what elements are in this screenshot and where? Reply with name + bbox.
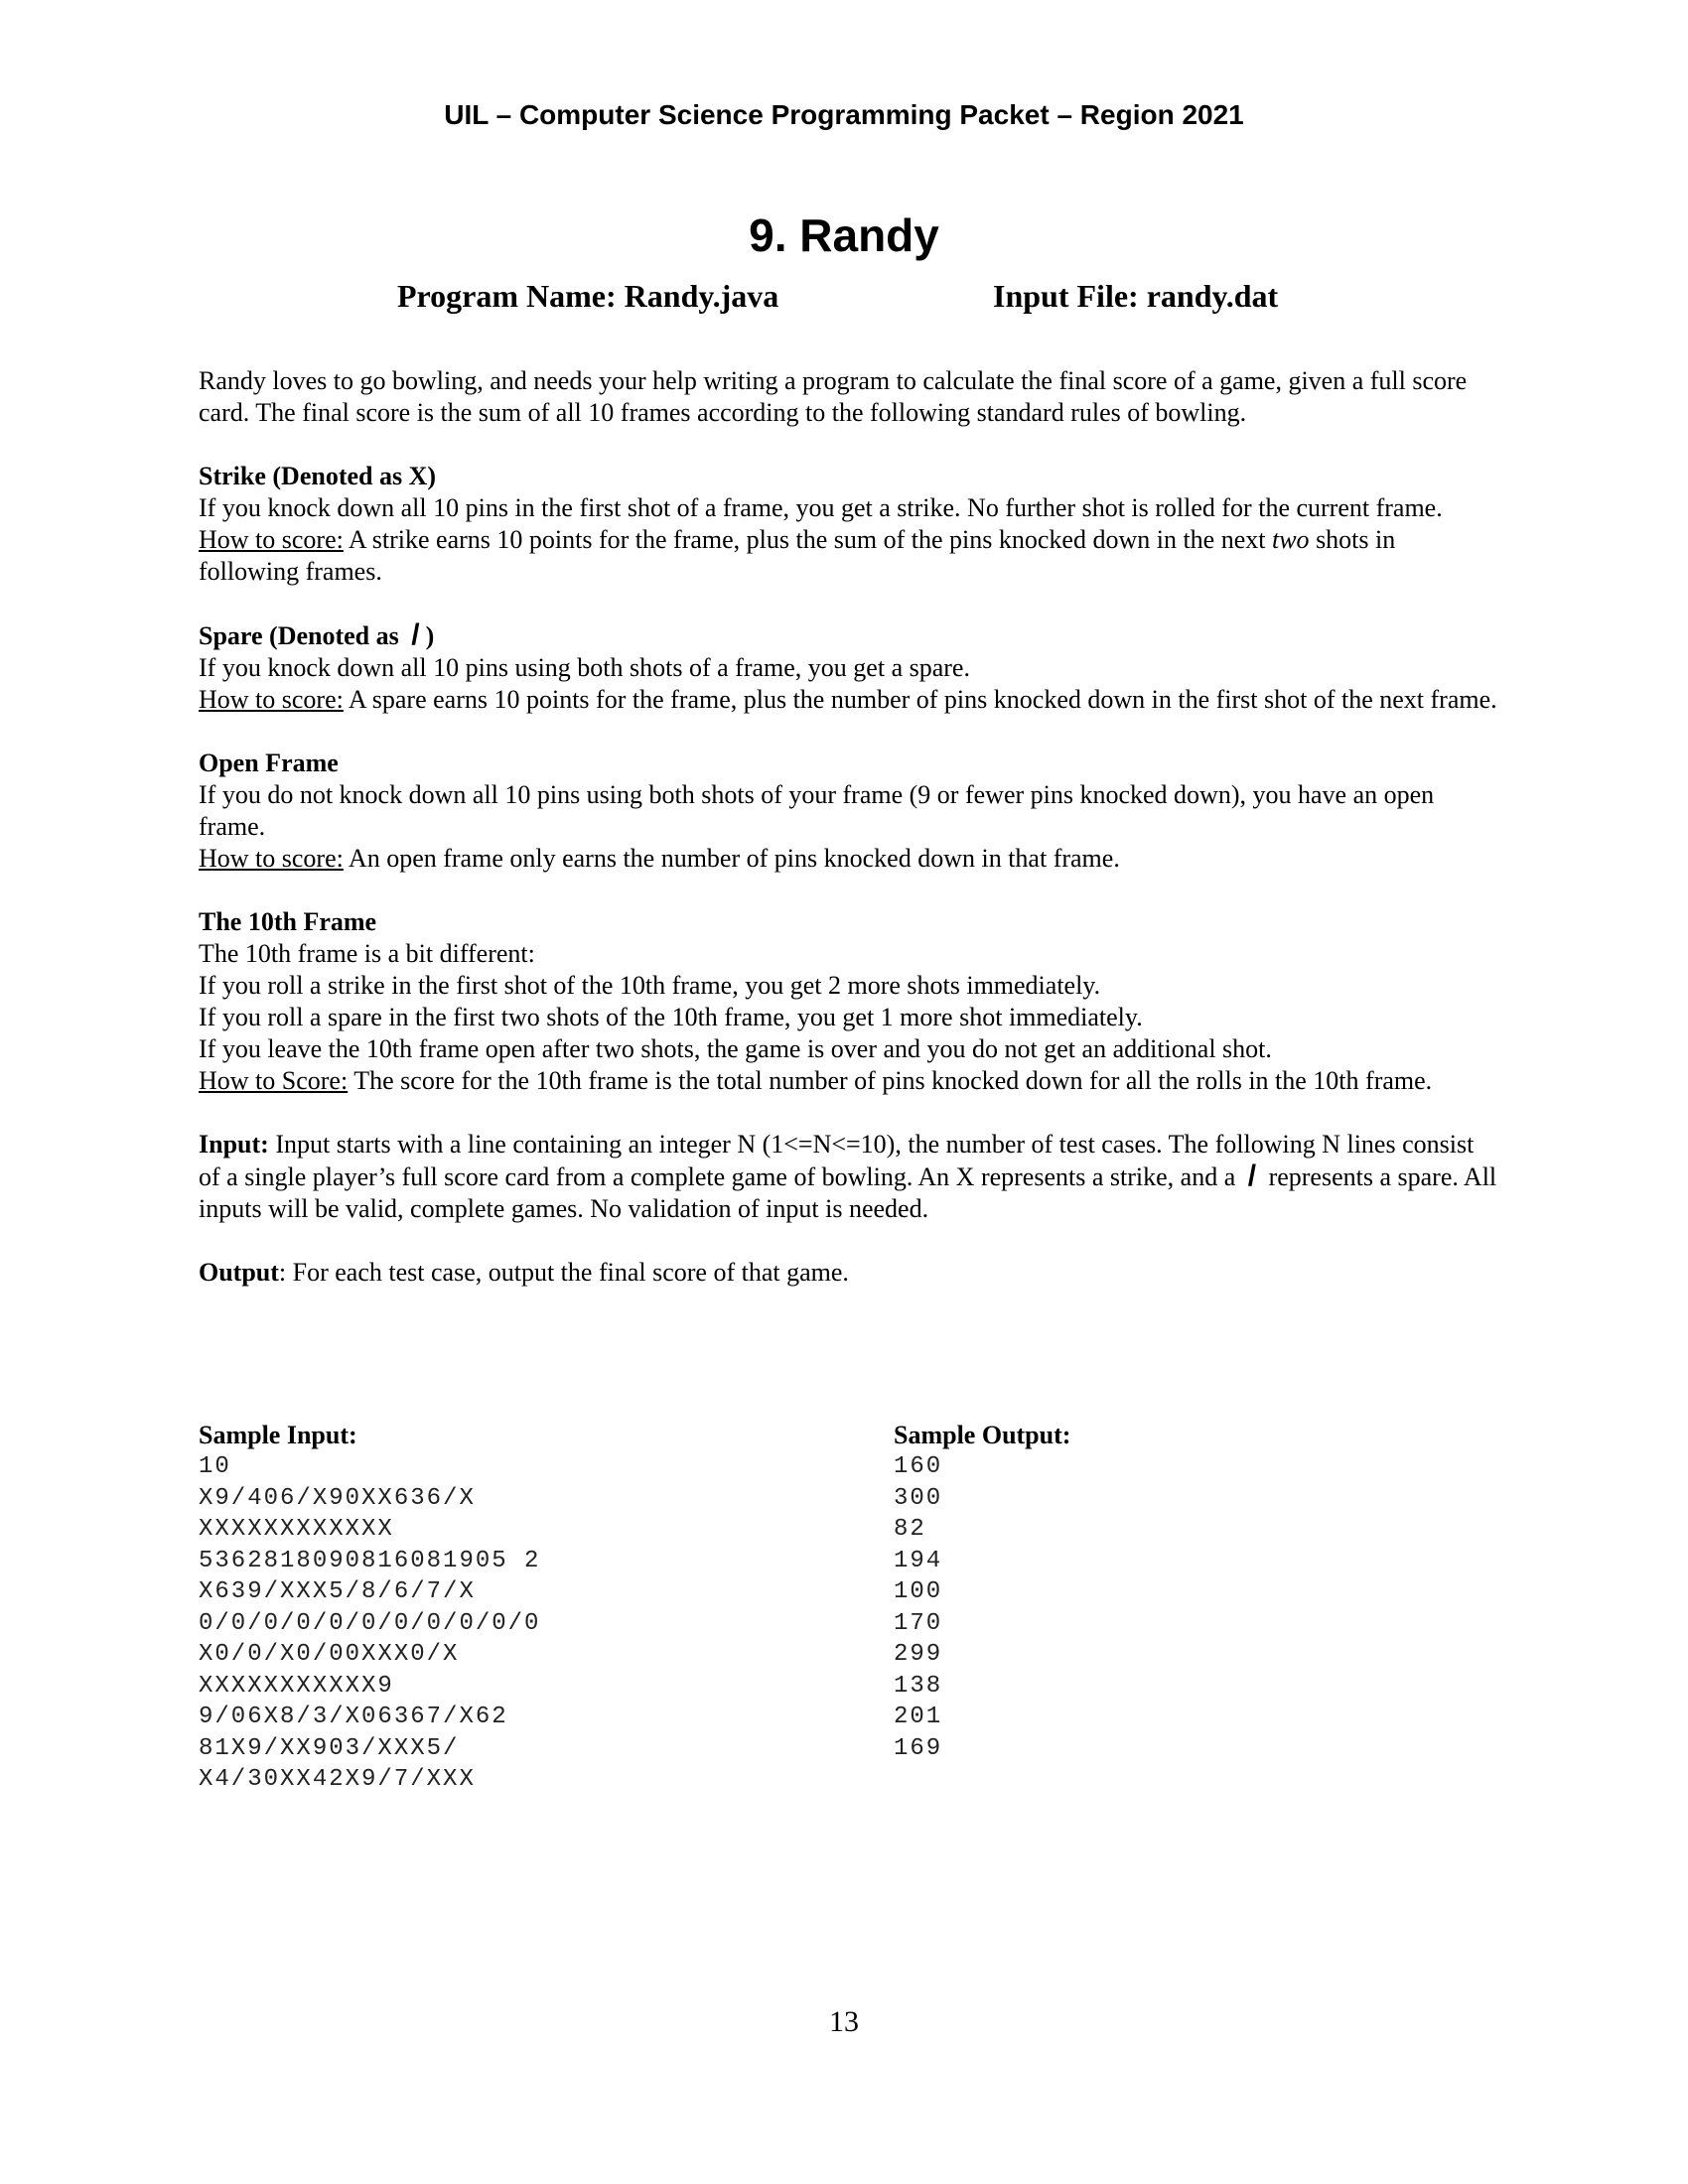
sample-output-line: 82 <box>894 1516 926 1543</box>
slash-symbol: / <box>411 618 420 651</box>
output-label: Output <box>199 1258 279 1287</box>
sample-input-line: 0/0/0/0/0/0/0/0/0/0/0 <box>199 1609 541 1637</box>
sample-input-line: XXXXXXXXXXXX <box>199 1516 394 1543</box>
strike-how-to-score: How to score: A strike earns 10 points f… <box>199 525 1396 586</box>
sample-output-lines: 160 300 82 194 100 170 299 138 201 169 <box>894 1451 1291 1764</box>
slash-symbol: / <box>1247 1160 1257 1192</box>
open-frame-how-to-score: How to score: An open frame only earns t… <box>199 844 1120 873</box>
program-name: Program Name: Randy.java <box>397 278 779 314</box>
sample-input-line: 9/06X8/3/X06367/X62 <box>199 1704 508 1730</box>
sample-input-line: 81X9/XX903/XXX5/ <box>199 1734 460 1762</box>
sample-input-line: X9/406/X90XX636/X <box>199 1484 476 1512</box>
tenth-frame-heading: The 10th Frame <box>199 907 377 936</box>
sample-input-line: 10 <box>199 1453 231 1480</box>
input-file-name: Input File: randy.dat <box>993 278 1279 314</box>
tenth-frame-line: If you roll a strike in the first shot o… <box>199 971 1101 1000</box>
sample-output-line: 194 <box>894 1547 943 1574</box>
sample-input-column: Sample Input: 10 X9/406/X90XX636/X XXXXX… <box>199 1420 794 1796</box>
spare-heading: Spare (Denoted as /) <box>199 618 435 651</box>
sample-output-line: 100 <box>894 1578 943 1605</box>
strike-text: If you knock down all 10 pins in the fir… <box>199 493 1443 522</box>
problem-title: 9. Randy <box>749 209 939 261</box>
page-header: UIL – Computer Science Programming Packe… <box>444 99 1244 130</box>
tenth-frame-how-to-score: How to Score: The score for the 10th fra… <box>199 1066 1433 1095</box>
sample-output-line: 169 <box>894 1734 943 1762</box>
tenth-frame-line: If you leave the 10th frame open after t… <box>199 1034 1272 1063</box>
sample-input-line: X0/0/X0/00XXX0/X <box>199 1641 460 1668</box>
sample-input-line: X639/XXX5/8/6/7/X <box>199 1578 476 1605</box>
how-to-score-label: How to score: <box>199 685 344 714</box>
tenth-frame-line: The 10th frame is a bit different: <box>199 939 535 968</box>
spare-how-to-score: How to score: A spare earns 10 points fo… <box>199 685 1497 714</box>
sample-output-label: Sample Output: <box>894 1421 1071 1449</box>
sample-input-line: 5362818090816081905 2 <box>199 1547 541 1574</box>
page-number: 13 <box>829 2005 859 2038</box>
strike-heading: Strike (Denoted as X) <box>199 462 437 490</box>
open-frame-heading: Open Frame <box>199 749 339 777</box>
input-label: Input: <box>199 1130 269 1159</box>
sample-input-line: XXXXXXXXXXX9 <box>199 1672 394 1700</box>
how-to-score-label: How to score: <box>199 525 344 554</box>
sample-output-column: Sample Output: 160 300 82 194 100 170 29… <box>894 1420 1291 1764</box>
open-frame-text: If you do not knock down all 10 pins usi… <box>199 780 1435 841</box>
how-to-score-label: How to Score: <box>199 1066 349 1095</box>
problem-body: Randy loves to go bowling, and needs you… <box>199 365 1499 1289</box>
samples-section: Sample Input: 10 X9/406/X90XX636/X XXXXX… <box>199 1420 1499 1817</box>
sample-output-line: 138 <box>894 1672 943 1700</box>
sample-input-label: Sample Input: <box>199 1421 357 1449</box>
sample-output-line: 170 <box>894 1609 943 1637</box>
how-to-score-label: How to score: <box>199 844 344 873</box>
sample-output-line: 160 <box>894 1453 943 1480</box>
intro-paragraph: Randy loves to go bowling, and needs you… <box>199 366 1468 427</box>
sample-output-line: 299 <box>894 1641 943 1668</box>
spare-text: If you knock down all 10 pins using both… <box>199 653 970 682</box>
sample-output-line: 201 <box>894 1704 943 1730</box>
output-description: Output: For each test case, output the f… <box>199 1258 849 1287</box>
tenth-frame-line: If you roll a spare in the first two sho… <box>199 1003 1143 1031</box>
sample-output-line: 300 <box>894 1484 943 1512</box>
document-page: UIL – Computer Science Programming Packe… <box>0 0 1688 2184</box>
sample-input-line: X4/30XX42X9/7/XXX <box>199 1766 476 1793</box>
sample-input-lines: 10 X9/406/X90XX636/X XXXXXXXXXXXX 536281… <box>199 1451 794 1796</box>
input-description: Input: Input starts with a line containi… <box>199 1130 1497 1223</box>
